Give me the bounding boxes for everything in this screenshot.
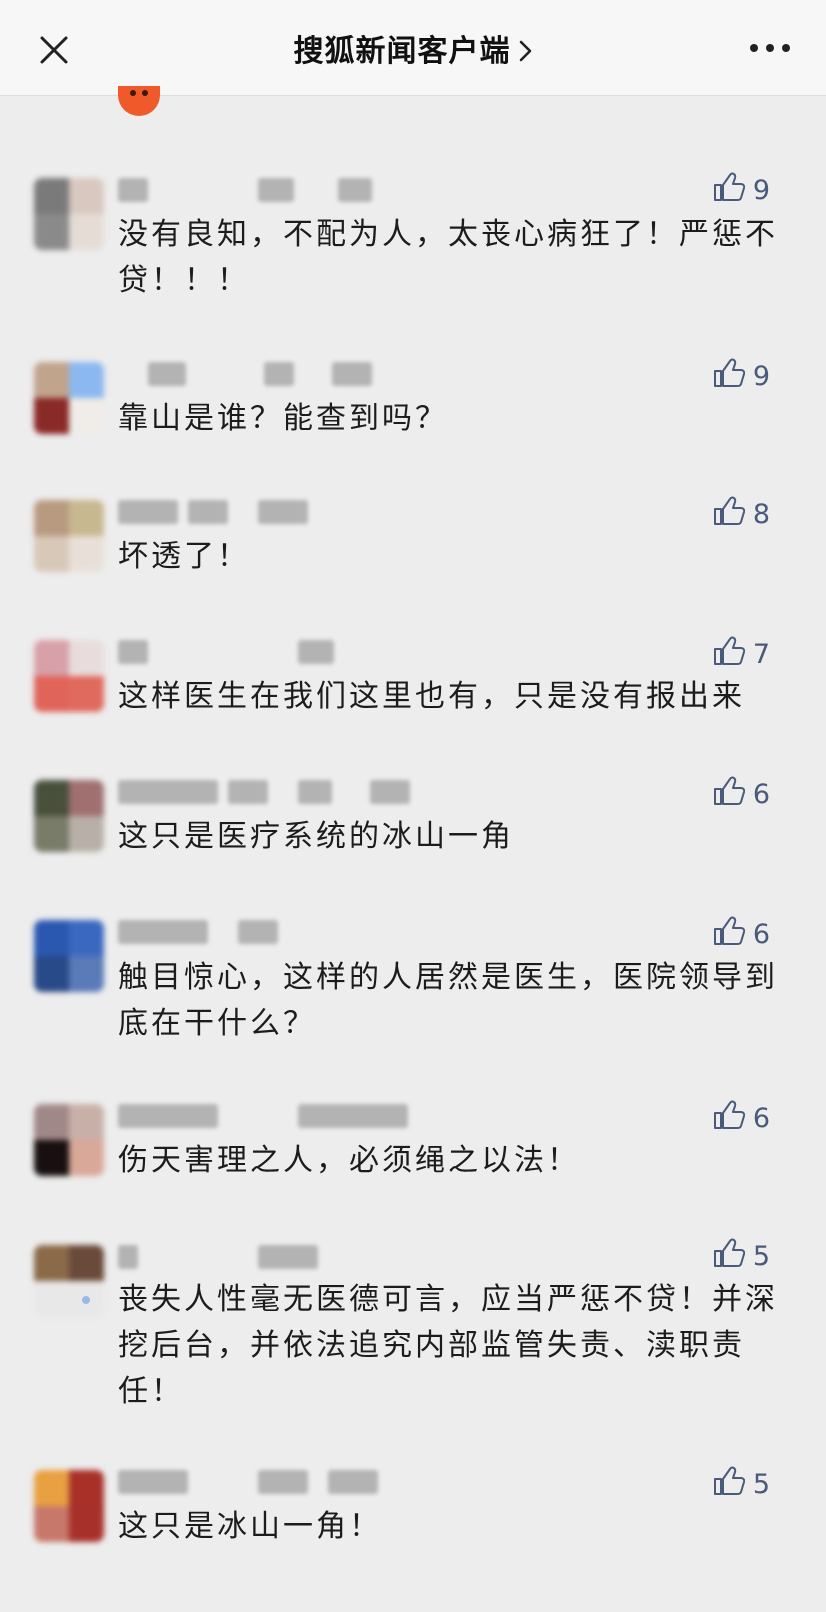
avatar[interactable] <box>34 1470 104 1542</box>
like-button[interactable]: 9 <box>713 172 770 209</box>
comment-text: 靠山是谁？能查到吗？ <box>118 401 448 436</box>
like-count: 9 <box>752 361 770 392</box>
chevron-right-icon <box>519 40 531 62</box>
thumbs-up-icon <box>713 1100 753 1137</box>
like-count: 6 <box>752 779 770 810</box>
comment-text: 触目惊心，这样的人居然是医生，医院领导到底在干什么？ <box>118 960 778 1041</box>
avatar[interactable] <box>34 178 104 250</box>
like-count: 9 <box>752 175 770 206</box>
thumbs-up-icon <box>713 916 753 953</box>
avatar[interactable] <box>34 362 104 434</box>
like-button[interactable]: 5 <box>713 1466 770 1503</box>
thumbs-up-icon <box>713 1466 753 1503</box>
thumbs-up-icon <box>713 776 753 813</box>
avatar[interactable] <box>34 780 104 852</box>
like-count: 5 <box>752 1241 770 1272</box>
comment-text: 这只是医疗系统的冰山一角 <box>118 819 514 854</box>
more-icon[interactable] <box>748 36 792 60</box>
thumbs-up-icon <box>713 1238 753 1275</box>
like-button[interactable]: 9 <box>713 358 770 395</box>
thumbs-up-icon <box>713 636 753 673</box>
like-button[interactable]: 5 <box>713 1238 770 1275</box>
like-button[interactable]: 6 <box>713 1100 770 1137</box>
comment-text: 没有良知，不配为人，太丧心病狂了！严惩不贷！！！ <box>118 217 778 298</box>
username-blurred <box>118 1100 408 1130</box>
like-count: 5 <box>752 1469 770 1500</box>
username-blurred <box>118 358 398 388</box>
avatar[interactable] <box>34 1245 104 1317</box>
like-button[interactable]: 6 <box>713 776 770 813</box>
like-count: 6 <box>752 919 770 950</box>
username-blurred <box>118 174 398 204</box>
nav-bar: 搜狐新闻客户端 <box>0 0 826 96</box>
avatar[interactable] <box>34 500 104 572</box>
username-blurred <box>118 1241 398 1271</box>
thumbs-up-icon <box>713 358 753 395</box>
comment-text: 这样医生在我们这里也有，只是没有报出来 <box>118 679 745 714</box>
avatar[interactable] <box>34 920 104 992</box>
thumbs-up-icon <box>713 172 753 209</box>
like-count: 7 <box>752 639 770 670</box>
comment-text: 坏透了！ <box>118 539 250 574</box>
avatar[interactable] <box>34 1104 104 1176</box>
username-blurred <box>118 496 398 526</box>
comment-text: 丧失人性毫无医德可言，应当严惩不贷！并深挖后台，并依法追究内部监管失责、渎职责任… <box>118 1282 778 1409</box>
like-button[interactable]: 6 <box>713 916 770 953</box>
angry-emoji-icon <box>118 86 160 116</box>
thumbs-up-icon <box>713 496 753 533</box>
like-count: 8 <box>752 499 770 530</box>
page-title-link[interactable]: 搜狐新闻客户端 <box>0 26 826 70</box>
comment-text: 伤天害理之人，必须绳之以法！ <box>118 1143 580 1178</box>
username-blurred <box>118 776 410 806</box>
like-button[interactable]: 8 <box>713 496 770 533</box>
page-title: 搜狐新闻客户端 <box>293 34 511 69</box>
badge-dot <box>82 1296 90 1304</box>
avatar[interactable] <box>34 640 104 712</box>
username-blurred <box>118 916 398 946</box>
like-count: 6 <box>752 1103 770 1134</box>
username-blurred <box>118 636 398 666</box>
like-button[interactable]: 7 <box>713 636 770 673</box>
username-blurred <box>118 1466 398 1496</box>
comment-text: 这只是冰山一角！ <box>118 1509 382 1544</box>
